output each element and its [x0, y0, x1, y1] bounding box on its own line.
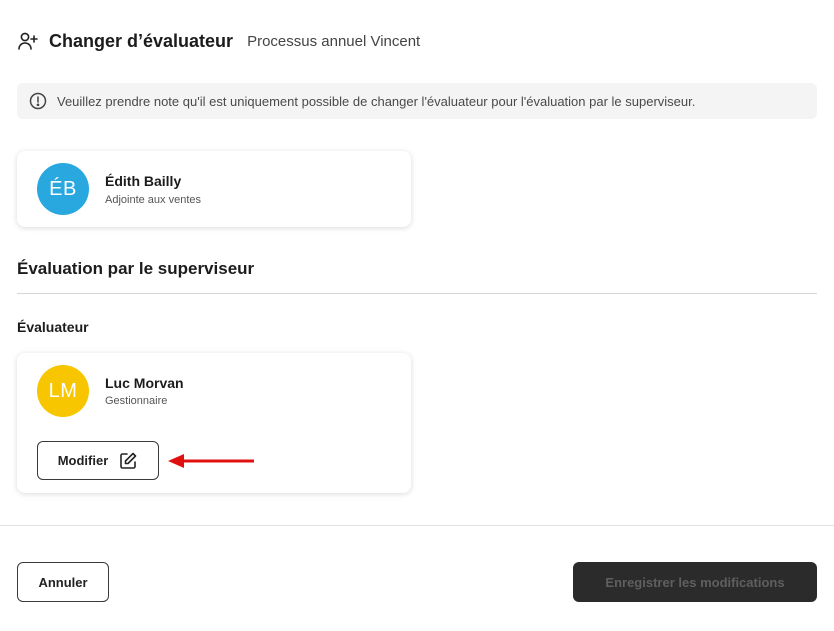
cancel-button[interactable]: Annuler	[17, 562, 109, 602]
info-circle-icon	[29, 92, 47, 110]
page-title: Changer d’évaluateur	[49, 30, 234, 51]
evaluator-avatar: LM	[37, 365, 89, 417]
evaluator-label: Évaluateur	[17, 319, 89, 335]
evaluator-card: LM Luc Morvan Gestionnaire Modifier	[17, 353, 411, 493]
employee-card: ÉB Édith Bailly Adjointe aux ventes	[17, 151, 411, 227]
employee-name: Édith Bailly	[105, 173, 182, 189]
modify-button-label: Modifier	[57, 453, 109, 468]
modify-evaluator-button[interactable]: Modifier	[37, 441, 159, 480]
annotation-arrow-icon	[168, 454, 254, 468]
modal-header: Changer d’évaluateur Processus annuel Vi…	[17, 28, 420, 54]
info-notice: Veuillez prendre note qu'il est uniqueme…	[17, 83, 817, 119]
evaluator-role: Gestionnaire	[105, 395, 168, 407]
section-title: Évaluation par le superviseur	[17, 259, 255, 278]
evaluator-name: Luc Morvan	[105, 375, 184, 391]
notice-text: Veuillez prendre note qu'il est uniqueme…	[57, 93, 696, 109]
edit-icon	[118, 451, 138, 471]
employee-role: Adjointe aux ventes	[105, 194, 202, 206]
save-changes-button[interactable]: Enregistrer les modifications	[573, 562, 817, 602]
page-subtitle: Processus annuel Vincent	[247, 32, 421, 50]
employee-avatar: ÉB	[37, 163, 89, 215]
footer-divider	[0, 525, 834, 526]
section-divider	[17, 293, 817, 294]
user-plus-icon	[17, 30, 39, 52]
